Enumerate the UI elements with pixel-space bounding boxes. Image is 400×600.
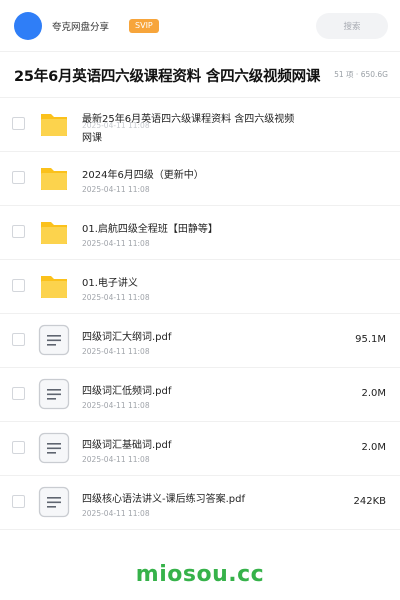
select-checkbox[interactable]: [12, 225, 25, 238]
app-header: 夸克网盘分享 SVIP 搜索: [0, 0, 400, 52]
document-icon: [38, 378, 70, 410]
site-watermark: miosou.cc: [135, 562, 265, 587]
list-item[interactable]: 01.启航四级全程班【田静等】 2025-04-11 11:08: [0, 206, 400, 260]
file-date: 2025-04-11 11:08: [82, 455, 150, 464]
list-item[interactable]: 01.电子讲义 2025-04-11 11:08: [0, 260, 400, 314]
select-checkbox[interactable]: [12, 117, 25, 130]
file-date: 2025-04-11 11:08: [82, 509, 150, 518]
page-title: 25年6月英语四六级课程资料 含四六级视频网课: [14, 69, 321, 85]
select-checkbox[interactable]: [12, 441, 25, 454]
folder-icon: [41, 168, 67, 190]
file-list: 最新25年6月英语四六级课程资料 含四六级视频网课 2025-04-11 11:…: [0, 98, 400, 530]
list-item[interactable]: 最新25年6月英语四六级课程资料 含四六级视频网课 2025-04-11 11:…: [0, 98, 400, 152]
file-size: 242KB: [353, 496, 386, 507]
list-item[interactable]: 四级词汇基础词.pdf 2025-04-11 11:08 2.0M: [0, 422, 400, 476]
file-date: 2025-04-11 11:08: [82, 401, 150, 410]
folder-icon: [41, 222, 67, 244]
file-name: 01.电子讲义: [82, 278, 138, 289]
file-date: 2025-04-11 11:08: [82, 293, 150, 302]
select-checkbox[interactable]: [12, 387, 25, 400]
folder-icon: [41, 114, 67, 136]
select-checkbox[interactable]: [12, 333, 25, 346]
file-name: 四级词汇基础词.pdf: [82, 440, 172, 451]
file-date: 2025-04-11 11:08: [82, 239, 150, 248]
file-name: 四级词汇低频词.pdf: [82, 386, 172, 397]
share-title-row: 25年6月英语四六级课程资料 含四六级视频网课 51 项 · 650.6G: [0, 52, 400, 98]
file-date: 2025-04-11 11:08: [82, 121, 150, 130]
file-name: 01.启航四级全程班【田静等】: [82, 224, 218, 235]
file-name: 四级核心语法讲义-课后练习答案.pdf: [82, 494, 246, 505]
list-item[interactable]: 四级词汇大纲词.pdf 2025-04-11 11:08 95.1M: [0, 314, 400, 368]
file-size: 2.0M: [361, 442, 386, 453]
search-input[interactable]: 搜索: [316, 12, 388, 39]
file-date: 2025-04-11 11:08: [82, 347, 150, 356]
list-item[interactable]: 2024年6月四级（更新中） 2025-04-11 11:08: [0, 152, 400, 206]
file-name: 2024年6月四级（更新中）: [82, 170, 204, 181]
select-checkbox[interactable]: [12, 279, 25, 292]
file-size: 2.0M: [361, 388, 386, 399]
select-checkbox[interactable]: [12, 495, 25, 508]
document-icon: [38, 324, 70, 356]
avatar[interactable]: [14, 11, 42, 40]
document-icon: [38, 486, 70, 518]
folder-icon: [41, 276, 67, 298]
document-icon: [38, 432, 70, 464]
select-checkbox[interactable]: [12, 171, 25, 184]
file-size: 95.1M: [355, 334, 386, 345]
file-date: 2025-04-11 11:08: [82, 185, 150, 194]
user-name: 夸克网盘分享: [52, 21, 110, 33]
list-item[interactable]: 四级核心语法讲义-课后练习答案.pdf 2025-04-11 11:08 242…: [0, 476, 400, 530]
vip-badge: SVIP: [129, 18, 159, 33]
file-name: 四级词汇大纲词.pdf: [82, 332, 172, 343]
list-item[interactable]: 四级词汇低频词.pdf 2025-04-11 11:08 2.0M: [0, 368, 400, 422]
